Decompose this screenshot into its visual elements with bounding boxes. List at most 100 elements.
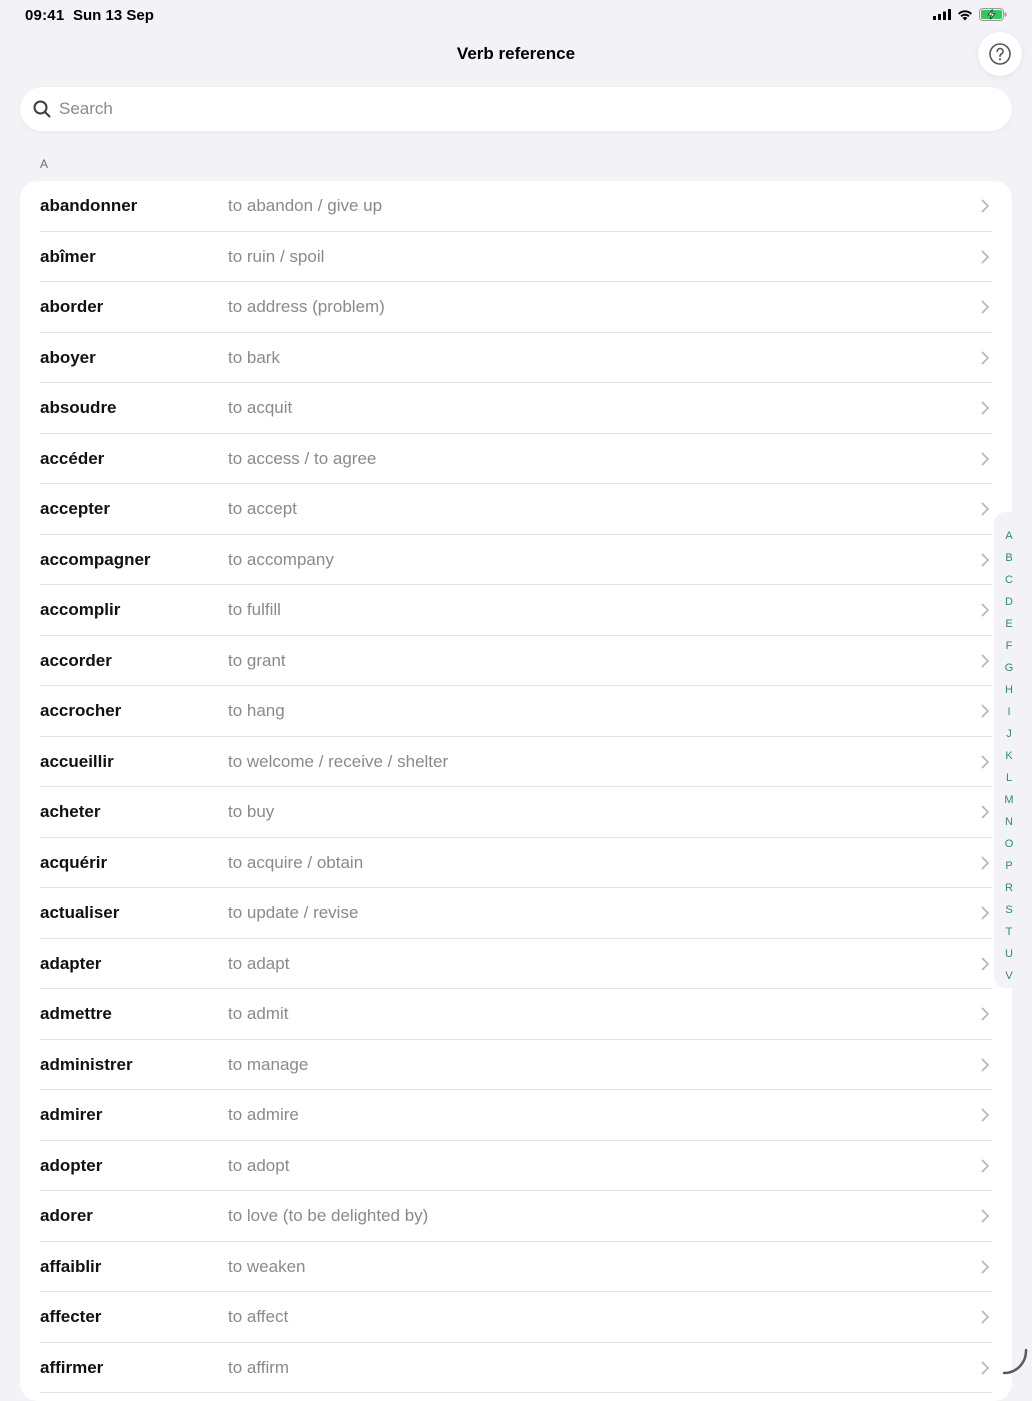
verb-meaning: to welcome / receive / shelter	[228, 751, 449, 771]
status-date: Sun 13 Sep	[73, 7, 154, 24]
verb-row[interactable]: actualiser to update / revise	[20, 888, 1012, 939]
verb-row[interactable]: aborder to address (problem)	[20, 282, 1012, 333]
index-letter[interactable]: J	[1006, 723, 1012, 745]
verb-row[interactable]: admettre to admit	[20, 989, 1012, 1040]
index-letter[interactable]: I	[1007, 701, 1010, 723]
index-letter[interactable]: N	[1005, 811, 1013, 833]
verb-list: abandonner to abandon / give up abîmer to r…	[20, 181, 1012, 1401]
chevron-right-icon	[981, 957, 989, 970]
verb-meaning: to hang	[228, 701, 285, 721]
index-letter[interactable]: R	[1005, 877, 1013, 899]
verb-row[interactable]: administrer to manage	[20, 1040, 1012, 1091]
verb-name: abîmer	[40, 246, 96, 266]
verb-meaning: to fulfill	[228, 600, 281, 620]
verb-row[interactable]: affirmer to affirm	[20, 1343, 1012, 1394]
verb-meaning: to bark	[228, 347, 280, 367]
verb-row[interactable]: adorer to love (to be delighted by)	[20, 1191, 1012, 1242]
index-letter[interactable]: G	[1005, 657, 1014, 679]
chevron-right-icon	[981, 351, 989, 364]
verb-row[interactable]: accepter to accept	[20, 484, 1012, 535]
status-icons	[933, 8, 1007, 21]
index-letter[interactable]: H	[1005, 679, 1013, 701]
verb-meaning: to ruin / spoil	[228, 246, 325, 266]
index-letter[interactable]: K	[1005, 745, 1012, 767]
index-letter[interactable]: L	[1006, 767, 1012, 789]
verb-row[interactable]: absoudre to acquit	[20, 383, 1012, 434]
index-letter[interactable]: O	[1005, 833, 1014, 855]
verb-row[interactable]: acquérir to acquire / obtain	[20, 838, 1012, 889]
verb-meaning: to accompany	[228, 549, 334, 569]
verb-row[interactable]: accueillir to welcome / receive / shelter	[20, 737, 1012, 788]
verb-row[interactable]: aboyer to bark	[20, 333, 1012, 384]
verb-name: acquérir	[40, 852, 108, 872]
verb-name: accorder	[40, 650, 112, 670]
navigation-bar: Verb reference	[0, 32, 1032, 76]
index-letter[interactable]: B	[1005, 547, 1012, 569]
help-button[interactable]	[978, 32, 1022, 76]
verb-row[interactable]: affaiblir to weaken	[20, 1242, 1012, 1293]
chevron-right-icon	[981, 300, 989, 314]
verb-meaning: to manage	[228, 1054, 309, 1074]
verb-name: accrocher	[40, 701, 122, 721]
verb-meaning: to buy	[228, 802, 275, 822]
status-time: 09:41	[25, 7, 65, 24]
verb-meaning: to grant	[228, 650, 286, 670]
verb-row[interactable]: accrocher to hang	[20, 686, 1012, 737]
verb-name: adorer	[40, 1206, 93, 1226]
chevron-right-icon	[981, 452, 989, 465]
index-letter[interactable]: A	[1005, 525, 1012, 547]
index-letter[interactable]: U	[1005, 943, 1013, 965]
verb-meaning: to accept	[228, 499, 297, 519]
chevron-right-icon	[981, 1310, 989, 1324]
section-header: A	[40, 157, 49, 171]
verb-name: acheter	[40, 802, 101, 822]
index-letter[interactable]: E	[1005, 613, 1012, 635]
index-letter[interactable]: M	[1004, 789, 1013, 811]
verb-name: accomplir	[40, 600, 121, 620]
index-letter[interactable]: F	[1006, 635, 1013, 657]
chevron-right-icon	[981, 1361, 989, 1374]
index-letter[interactable]: P	[1005, 855, 1012, 877]
verb-meaning: to admit	[228, 1004, 289, 1024]
verb-meaning: to weaken	[228, 1256, 306, 1276]
verb-name: administrer	[40, 1054, 133, 1074]
chevron-right-icon	[981, 1007, 989, 1021]
verb-row[interactable]: accompagner to accompany	[20, 535, 1012, 586]
verb-row[interactable]: accomplir to fulfill	[20, 585, 1012, 636]
verb-row[interactable]: affecter to affect	[20, 1292, 1012, 1343]
verb-name: affaiblir	[40, 1256, 102, 1276]
verb-meaning: to abandon / give up	[228, 196, 383, 216]
question-circle-icon	[989, 43, 1011, 65]
index-letter[interactable]: V	[1005, 965, 1012, 987]
verb-row[interactable]: acheter to buy	[20, 787, 1012, 838]
index-letter[interactable]: C	[1005, 569, 1013, 591]
verb-name: adopter	[40, 1155, 103, 1175]
search-input[interactable]	[59, 99, 959, 119]
index-letter[interactable]: S	[1005, 899, 1012, 921]
verb-row[interactable]: admirer to admire	[20, 1090, 1012, 1141]
alphabet-index[interactable]: ABCDEFGHIJKLMNOPRSTUV	[994, 512, 1024, 988]
chevron-right-icon	[981, 603, 989, 617]
wifi-icon	[958, 9, 972, 20]
verb-row[interactable]: adapter to adapt	[20, 939, 1012, 990]
verb-name: abandonner	[40, 196, 138, 216]
verb-row[interactable]: abandonner to abandon / give up	[20, 181, 1012, 232]
verb-name: aboyer	[40, 347, 96, 367]
cellular-signal-icon	[933, 9, 951, 20]
chevron-right-icon	[981, 250, 989, 263]
index-letter[interactable]: T	[1006, 921, 1013, 943]
verb-row[interactable]: adopter to adopt	[20, 1141, 1012, 1192]
chevron-right-icon	[981, 805, 989, 819]
verb-meaning: to adopt	[228, 1155, 290, 1175]
verb-meaning: to admire	[228, 1105, 299, 1125]
verb-name: affirmer	[40, 1357, 104, 1377]
chevron-right-icon	[981, 704, 989, 718]
verb-row[interactable]: abîmer to ruin / spoil	[20, 232, 1012, 283]
verb-name: absoudre	[40, 398, 117, 418]
index-letter[interactable]: D	[1005, 591, 1013, 613]
chevron-right-icon	[981, 755, 989, 768]
verb-meaning: to affect	[228, 1307, 289, 1327]
verb-row[interactable]: accéder to access / to agree	[20, 434, 1012, 485]
search-bar[interactable]	[20, 87, 1012, 131]
verb-row[interactable]: accorder to grant	[20, 636, 1012, 687]
